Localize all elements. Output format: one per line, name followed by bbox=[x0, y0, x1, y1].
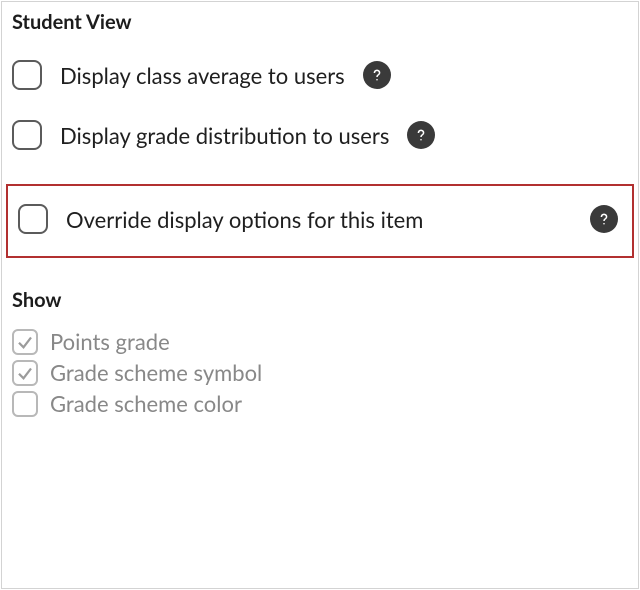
help-icon[interactable] bbox=[590, 205, 618, 233]
checkbox-grade-distribution[interactable] bbox=[12, 120, 42, 150]
option-label: Display class average to users bbox=[60, 62, 345, 89]
show-label: Grade scheme symbol bbox=[50, 359, 262, 386]
option-row-grade-distribution: Display grade distribution to users bbox=[2, 108, 638, 162]
checkbox-scheme-color bbox=[12, 391, 38, 417]
option-label: Override display options for this item bbox=[66, 206, 423, 233]
override-highlight: Override display options for this item bbox=[6, 184, 634, 258]
show-row-points-grade: Points grade bbox=[2, 326, 638, 357]
option-row-override: Override display options for this item bbox=[14, 204, 626, 234]
show-label: Grade scheme color bbox=[50, 390, 242, 417]
checkbox-points-grade bbox=[12, 329, 38, 355]
section-heading: Student View bbox=[2, 2, 638, 48]
checkbox-scheme-symbol bbox=[12, 360, 38, 386]
show-row-scheme-color: Grade scheme color bbox=[2, 388, 638, 419]
show-row-scheme-symbol: Grade scheme symbol bbox=[2, 357, 638, 388]
option-label: Display grade distribution to users bbox=[60, 122, 389, 149]
help-icon[interactable] bbox=[363, 61, 391, 89]
show-label: Points grade bbox=[50, 328, 170, 355]
option-row-class-average: Display class average to users bbox=[2, 48, 638, 102]
help-icon[interactable] bbox=[407, 121, 435, 149]
checkbox-override[interactable] bbox=[18, 204, 48, 234]
student-view-panel: Student View Display class average to us… bbox=[1, 1, 639, 589]
checkbox-class-average[interactable] bbox=[12, 60, 42, 90]
show-heading: Show bbox=[2, 282, 638, 320]
